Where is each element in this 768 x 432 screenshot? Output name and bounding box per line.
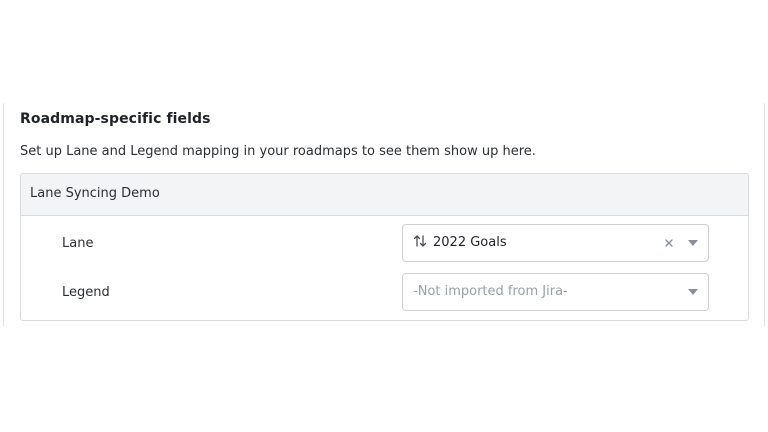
legend-row: Legend -Not imported from Jira- — [21, 273, 748, 313]
lane-row: Lane 2022 Goals — [21, 224, 748, 264]
card-header: Lane Syncing Demo — [21, 174, 748, 216]
chevron-down-icon[interactable] — [688, 240, 698, 247]
legend-label: Legend — [62, 285, 110, 300]
lane-syncing-card: Lane Syncing Demo Lane 2022 Goals Legend… — [20, 173, 749, 321]
lane-label: Lane — [62, 236, 94, 251]
lane-value-text: 2022 Goals — [433, 235, 507, 250]
section-description: Set up Lane and Legend mapping in your r… — [20, 144, 536, 159]
sort-arrows-icon — [413, 235, 427, 247]
lane-select-value: 2022 Goals — [413, 225, 507, 261]
chevron-down-icon[interactable] — [688, 289, 698, 296]
lane-select[interactable]: 2022 Goals — [402, 224, 709, 262]
clear-icon[interactable] — [662, 236, 676, 250]
roadmap-fields-panel: Roadmap-specific fields Set up Lane and … — [3, 103, 765, 326]
section-title: Roadmap-specific fields — [20, 111, 211, 127]
legend-select[interactable]: -Not imported from Jira- — [402, 273, 709, 311]
legend-select-placeholder: -Not imported from Jira- — [413, 284, 568, 299]
